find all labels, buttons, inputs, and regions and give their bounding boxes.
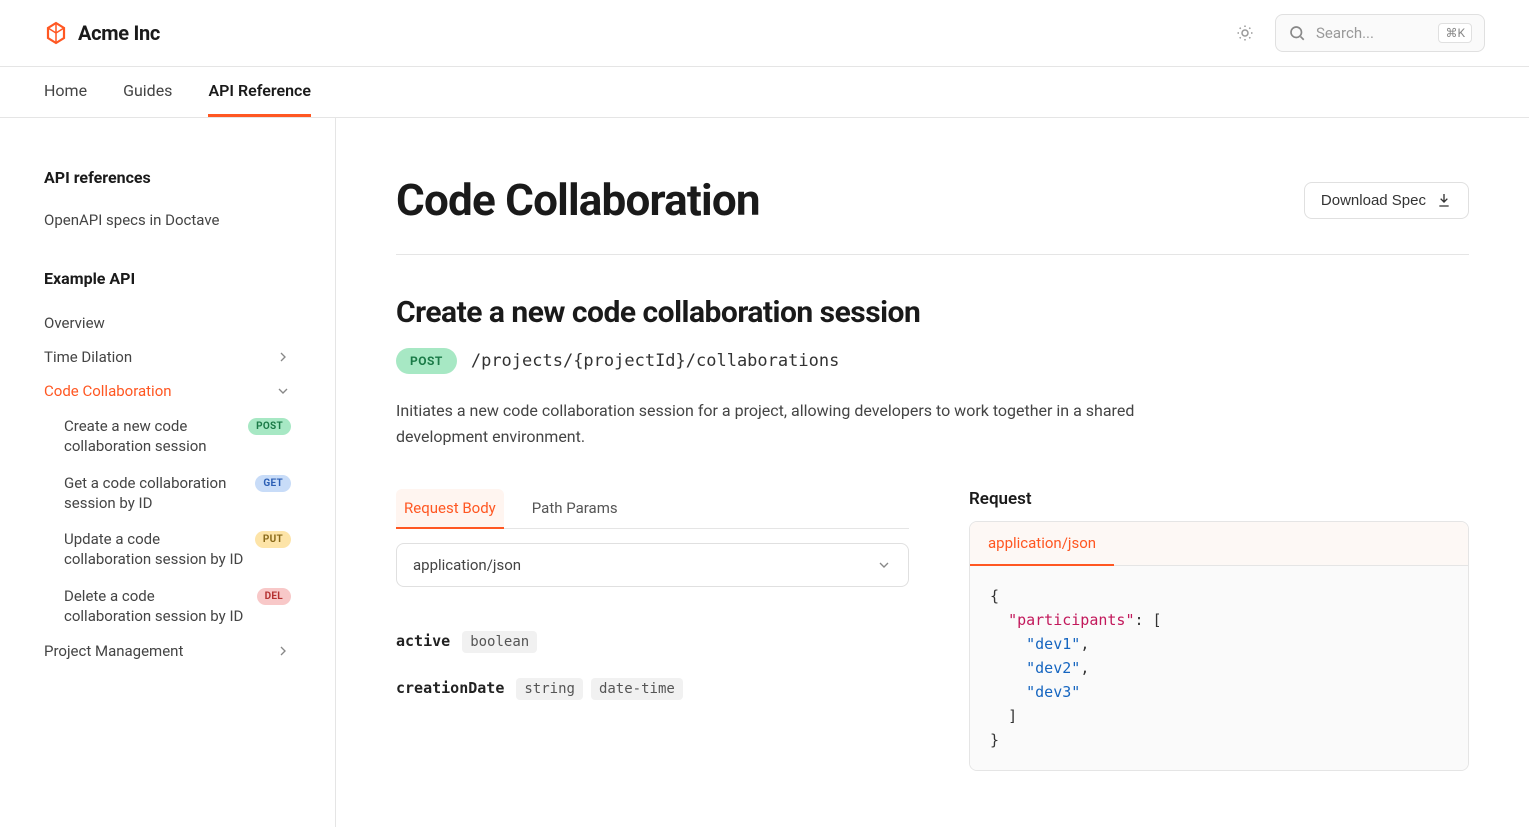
main-content: Code Collaboration Download Spec Create … <box>336 118 1529 827</box>
sidebar-subitem-label: Update a code collaboration session by I… <box>64 529 244 570</box>
header-right: Search... ⌘K <box>1229 14 1485 52</box>
sidebar-subitem[interactable]: Create a new code collaboration session P… <box>64 408 291 465</box>
code-tab-json[interactable]: application/json <box>970 522 1114 566</box>
field-type: string <box>516 678 583 700</box>
field-row: active boolean <box>396 617 909 664</box>
field-type: date-time <box>591 678 683 700</box>
search-box[interactable]: Search... ⌘K <box>1275 14 1485 52</box>
method-badge-post: POST <box>248 418 291 435</box>
endpoint-line: POST /projects/{projectId}/collaboration… <box>396 348 1469 374</box>
sidebar-subitem[interactable]: Get a code collaboration session by ID GE… <box>64 465 291 522</box>
search-kbd: ⌘K <box>1438 23 1472 43</box>
sidebar-subitem-label: Create a new code collaboration session <box>64 416 238 457</box>
sidebar-item-label: Overview <box>44 314 105 332</box>
sidebar-subitem[interactable]: Delete a code collaboration session by I… <box>64 578 291 635</box>
nav-guides[interactable]: Guides <box>123 67 172 117</box>
sidebar-item-label: Code Collaboration <box>44 382 172 400</box>
theme-toggle[interactable] <box>1229 17 1261 49</box>
tab-request-body[interactable]: Request Body <box>396 489 504 529</box>
code-body: { "participants": [ "dev1", "dev2", "dev… <box>970 566 1468 770</box>
field-name: active <box>396 632 450 650</box>
request-label: Request <box>969 489 1469 509</box>
chevron-down-icon <box>876 557 892 573</box>
nav-api-reference[interactable]: API Reference <box>208 67 311 117</box>
download-label: Download Spec <box>1321 192 1426 209</box>
sidebar-subitem-label: Delete a code collaboration session by I… <box>64 586 244 627</box>
brand-logo[interactable]: Acme Inc <box>44 21 160 45</box>
search-icon <box>1288 24 1306 42</box>
method-badge-get: GET <box>255 475 291 492</box>
sidebar: API references OpenAPI specs in Doctave … <box>0 118 336 827</box>
tab-path-params[interactable]: Path Params <box>524 489 626 529</box>
chevron-down-icon <box>275 383 291 399</box>
logo-icon <box>44 21 68 45</box>
sidebar-link-openapi[interactable]: OpenAPI specs in Doctave <box>44 205 291 235</box>
field-name: creationDate <box>396 679 504 697</box>
sidebar-item-label: Project Management <box>44 642 183 660</box>
field-type: boolean <box>462 631 537 653</box>
content-type-value: application/json <box>413 556 521 574</box>
chevron-right-icon <box>275 349 291 365</box>
sidebar-subitem[interactable]: Update a code collaboration session by I… <box>64 521 291 578</box>
top-nav: Home Guides API Reference <box>0 67 1529 118</box>
sun-icon <box>1236 24 1254 42</box>
method-badge-del: DEL <box>257 588 291 605</box>
chevron-right-icon <box>275 643 291 659</box>
endpoint-path: /projects/{projectId}/collaborations <box>471 351 839 371</box>
endpoint-description: Initiates a new code collaboration sessi… <box>396 398 1156 449</box>
param-tabs: Request Body Path Params <box>396 489 909 529</box>
sidebar-item-project-management[interactable]: Project Management <box>44 634 291 668</box>
code-panel: application/json { "participants": [ "de… <box>969 521 1469 771</box>
nav-home[interactable]: Home <box>44 67 87 117</box>
method-badge-put: PUT <box>255 531 291 548</box>
endpoint-title: Create a new code collaboration session <box>396 295 1469 330</box>
sidebar-heading-example: Example API <box>44 269 291 288</box>
sidebar-heading-refs: API references <box>44 168 291 187</box>
search-placeholder: Search... <box>1316 24 1428 42</box>
request-example-column: Request application/json { "participants… <box>969 489 1469 771</box>
sidebar-item-label: Time Dilation <box>44 348 132 366</box>
page-title: Code Collaboration <box>396 174 760 226</box>
field-row: creationDate string date-time <box>396 664 909 711</box>
content-type-select[interactable]: application/json <box>396 543 909 587</box>
sidebar-item-overview[interactable]: Overview <box>44 306 291 340</box>
brand-name: Acme Inc <box>78 21 160 45</box>
download-icon <box>1436 192 1452 208</box>
header: Acme Inc Search... ⌘K <box>0 0 1529 67</box>
sidebar-subitem-label: Get a code collaboration session by ID <box>64 473 244 514</box>
request-body-column: Request Body Path Params application/json… <box>396 489 909 711</box>
sidebar-item-time-dilation[interactable]: Time Dilation <box>44 340 291 374</box>
sidebar-item-code-collaboration[interactable]: Code Collaboration <box>44 374 291 408</box>
divider <box>396 254 1469 255</box>
download-spec-button[interactable]: Download Spec <box>1304 182 1469 219</box>
method-badge: POST <box>396 348 457 374</box>
